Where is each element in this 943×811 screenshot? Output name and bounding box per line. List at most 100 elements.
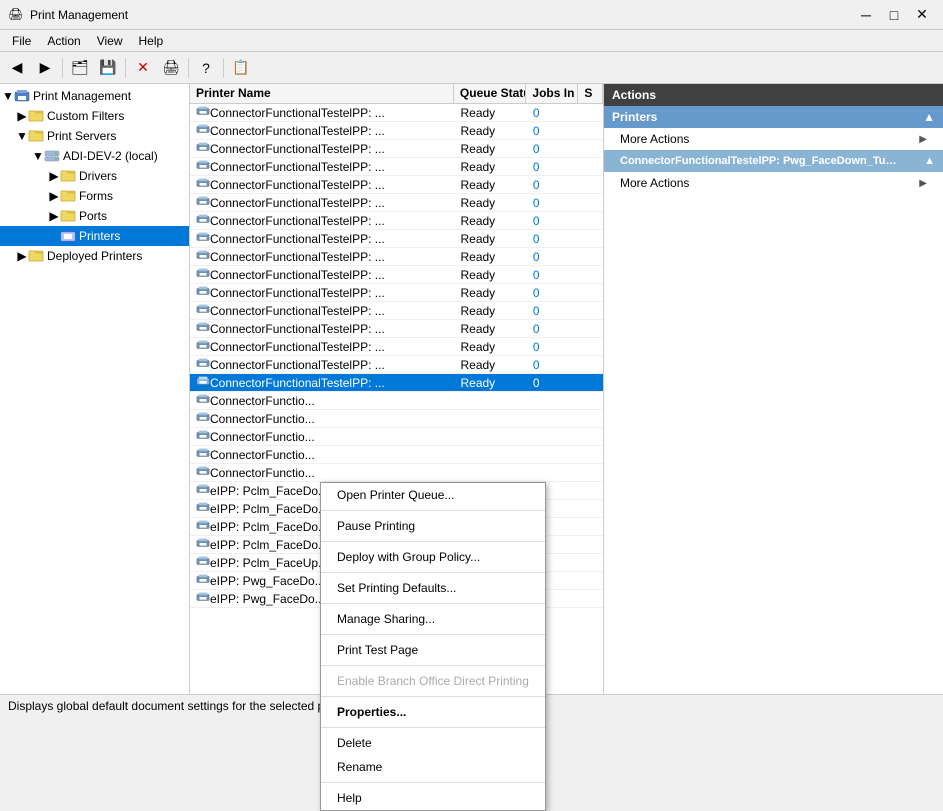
table-row[interactable]: ConnectorFunctionalTestelPP: ...Ready0 — [190, 122, 603, 140]
cell-jobs-count: 0 — [527, 357, 579, 373]
cell-extra — [579, 346, 603, 348]
console-button[interactable]: 📋 — [228, 56, 254, 80]
table-row[interactable]: ConnectorFunctionalTestelPP: ...Ready0 — [190, 266, 603, 284]
table-row[interactable]: ConnectorFunctio... — [190, 428, 603, 446]
print-button[interactable]: 🖨 — [158, 56, 184, 80]
save-button[interactable]: 💾 — [95, 56, 121, 80]
main-container: ▼ Print Management ▶ Custom Filters ▼ Pr… — [0, 84, 943, 694]
toggle-print-servers[interactable]: ▼ — [16, 130, 28, 142]
back-button[interactable]: ◀ — [4, 56, 30, 80]
table-row[interactable]: ConnectorFunctionalTestelPP: ...Ready0 — [190, 194, 603, 212]
table-row[interactable]: ConnectorFunctio... — [190, 446, 603, 464]
printer-name-text: ConnectorFunctio... — [210, 448, 315, 462]
folder-button[interactable]: 🗂 — [67, 56, 93, 80]
printer-name-text: eIPP: Pwg_FaceDo... — [210, 592, 325, 606]
actions-section-printer-arrow: ▲ — [924, 155, 935, 167]
minimize-button[interactable]: ─ — [853, 5, 879, 25]
tree-item-forms[interactable]: ▶ Forms — [0, 186, 189, 206]
help-button[interactable]: ? — [193, 56, 219, 80]
table-row[interactable]: ConnectorFunctionalTestelPP: ...Ready0 — [190, 302, 603, 320]
toggle-custom-filters[interactable]: ▶ — [16, 110, 28, 122]
table-row[interactable]: ConnectorFunctio... — [190, 410, 603, 428]
menu-help[interactable]: Help — [131, 32, 172, 50]
table-row[interactable]: ConnectorFunctionalTestelPP: ...Ready0 — [190, 176, 603, 194]
table-row[interactable]: ConnectorFunctionalTestelPP: ... Ready0 — [190, 284, 603, 302]
printer-icon — [196, 537, 210, 552]
action-more-actions-1[interactable]: More Actions ▶ — [604, 128, 943, 150]
print-servers-icon — [28, 128, 44, 144]
toggle-forms[interactable]: ▶ — [48, 190, 60, 202]
printer-icon — [196, 123, 210, 138]
cell-queue-status: Ready — [454, 285, 526, 301]
table-row[interactable]: ConnectorFunctionalTestelPP: ...Ready0 — [190, 374, 603, 392]
tree-label-deployed-printers: Deployed Printers — [47, 249, 142, 263]
context-menu-item: Enable Branch Office Direct Printing — [321, 669, 545, 693]
maximize-button[interactable]: □ — [881, 5, 907, 25]
context-menu-item[interactable]: Help — [321, 786, 545, 810]
table-row[interactable]: ConnectorFunctionalTestelPP: ...Ready0 — [190, 338, 603, 356]
context-menu-item[interactable]: Open Printer Queue... — [321, 483, 545, 507]
context-menu-item[interactable]: Set Printing Defaults... — [321, 576, 545, 600]
context-menu-item[interactable]: Properties... — [321, 700, 545, 724]
context-menu-item[interactable]: Pause Printing — [321, 514, 545, 538]
cell-extra — [579, 238, 603, 240]
toggle-deployed-printers[interactable]: ▶ — [16, 250, 28, 262]
printer-name-text: ConnectorFunctionalTestelPP: ... — [210, 268, 385, 282]
tree-item-deployed-printers[interactable]: ▶ Deployed Printers — [0, 246, 189, 266]
col-header-extra[interactable]: S — [578, 84, 603, 103]
table-row[interactable]: ConnectorFunctionalTestelPP: ...Ready0 — [190, 212, 603, 230]
context-menu-item[interactable]: Rename — [321, 755, 545, 779]
table-row[interactable]: ConnectorFunctio... — [190, 392, 603, 410]
cell-extra — [579, 382, 603, 384]
table-row[interactable]: ConnectorFunctionalTestelPP: ...Ready0 — [190, 320, 603, 338]
cell-extra — [579, 562, 603, 564]
cell-printer-name: ConnectorFunctio... — [190, 392, 454, 409]
context-menu-item[interactable]: Print Test Page — [321, 638, 545, 662]
context-menu-item[interactable]: Deploy with Group Policy... — [321, 545, 545, 569]
tree-item-drivers[interactable]: ▶ Drivers — [0, 166, 189, 186]
tree-item-adi-dev[interactable]: ▼ ADI-DEV-2 (local) — [0, 146, 189, 166]
context-menu-item[interactable]: Delete — [321, 731, 545, 755]
forward-button[interactable]: ▶ — [32, 56, 58, 80]
toggle-ports[interactable]: ▶ — [48, 210, 60, 222]
toggle-print-management[interactable]: ▼ — [2, 90, 14, 102]
tree-item-custom-filters[interactable]: ▶ Custom Filters — [0, 106, 189, 126]
drivers-icon — [60, 168, 76, 184]
custom-filters-icon — [28, 108, 44, 124]
printer-name-text: ConnectorFunctionalTestelPP: ... — [210, 286, 385, 300]
col-header-status[interactable]: Queue Status — [454, 84, 526, 103]
col-header-jobs[interactable]: Jobs In ... — [526, 84, 578, 103]
tree-item-ports[interactable]: ▶ Ports — [0, 206, 189, 226]
table-row[interactable]: ConnectorFunctionalTestelPP: ...Ready0 — [190, 104, 603, 122]
actions-section-printer-specific[interactable]: ConnectorFunctionalTestelPP: Pwg_FaceDow… — [604, 150, 943, 172]
cell-jobs-count: 0 — [527, 285, 579, 301]
action-more-actions-2[interactable]: More Actions ▶ — [604, 172, 943, 194]
tree-label-printers: Printers — [79, 229, 120, 243]
tree-item-print-management[interactable]: ▼ Print Management — [0, 86, 189, 106]
table-row[interactable]: ConnectorFunctionalTestelPP: ...Ready0 — [190, 140, 603, 158]
printer-icon — [196, 105, 210, 120]
toggle-adi-dev[interactable]: ▼ — [32, 150, 44, 162]
table-row[interactable]: ConnectorFunctionalTestelPP: ...Ready0 — [190, 230, 603, 248]
close-button[interactable]: ✕ — [909, 5, 935, 25]
menu-action[interactable]: Action — [39, 32, 88, 50]
context-menu-item[interactable]: Manage Sharing... — [321, 607, 545, 631]
printer-name-text: ConnectorFunctionalTestelPP: ... — [210, 214, 385, 228]
table-row[interactable]: ConnectorFunctio... — [190, 464, 603, 482]
table-row[interactable]: ConnectorFunctionalTestelPP: ...Ready0 — [190, 158, 603, 176]
delete-button[interactable]: ✕ — [130, 56, 156, 80]
tree-item-print-servers[interactable]: ▼ Print Servers — [0, 126, 189, 146]
menu-file[interactable]: File — [4, 32, 39, 50]
actions-section-printers[interactable]: Printers ▲ — [604, 106, 943, 128]
table-row[interactable]: ConnectorFunctionalTestelPP: ...Ready0 — [190, 356, 603, 374]
cell-extra — [579, 598, 603, 600]
tree-item-printers[interactable]: Printers — [0, 226, 189, 246]
menu-view[interactable]: View — [89, 32, 131, 50]
cell-jobs-count: 0 — [527, 141, 579, 157]
col-header-name[interactable]: Printer Name — [190, 84, 454, 103]
toggle-drivers[interactable]: ▶ — [48, 170, 60, 182]
cell-printer-name: ConnectorFunctionalTestelPP: ... — [190, 194, 454, 211]
cell-queue-status: Ready — [454, 159, 526, 175]
table-row[interactable]: ConnectorFunctionalTestelPP: ...Ready0 — [190, 248, 603, 266]
context-menu-separator — [321, 510, 545, 511]
